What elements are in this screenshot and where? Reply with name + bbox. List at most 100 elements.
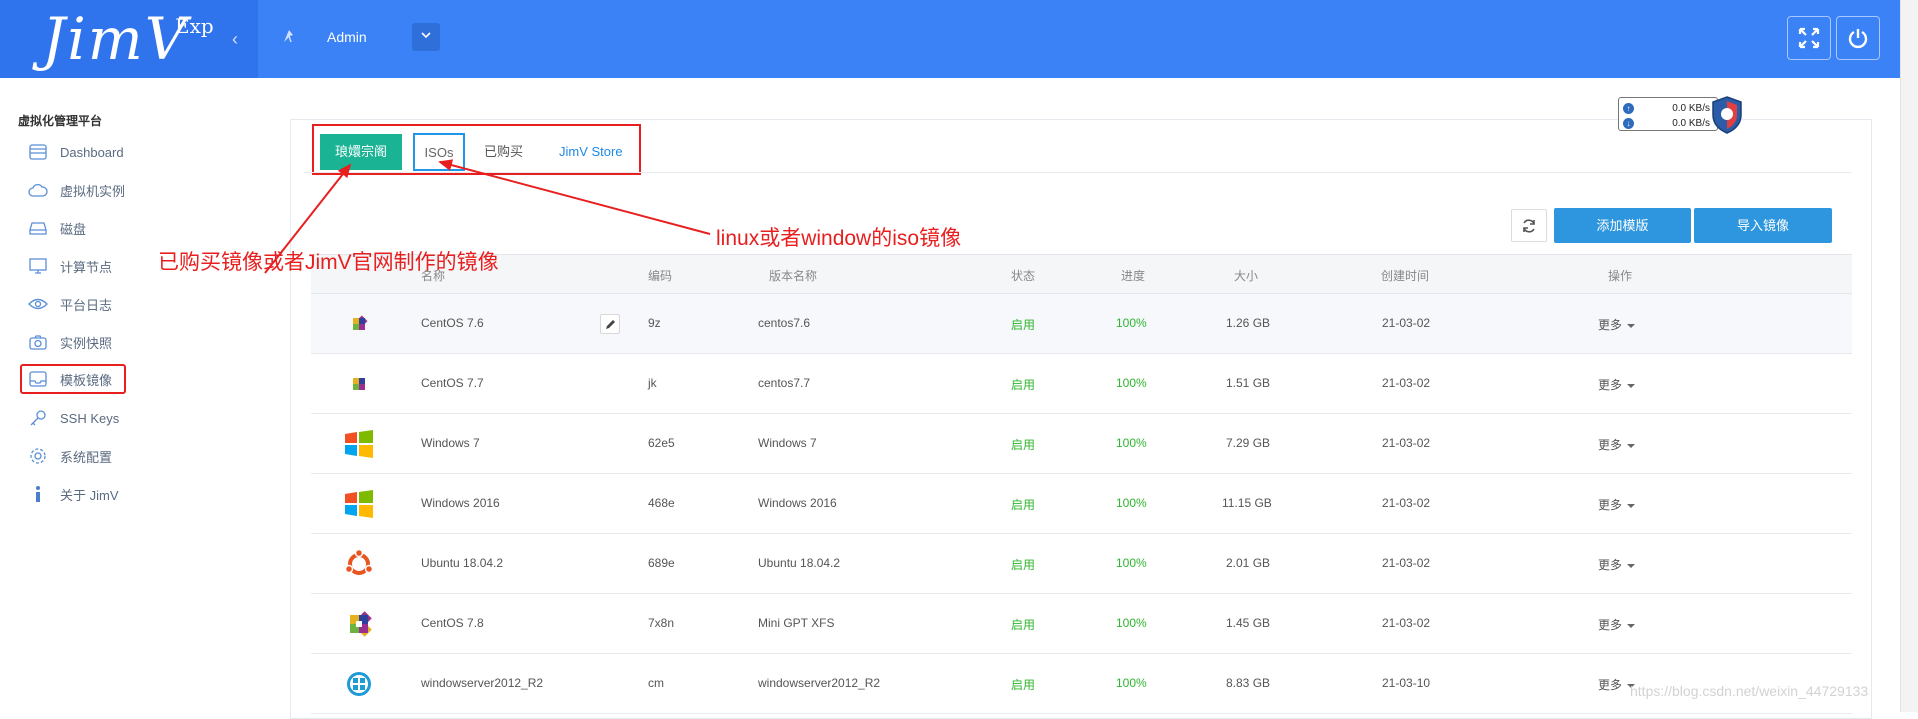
disk-icon (28, 218, 48, 238)
top-header: JimV Exp ‹ Admin (0, 0, 1900, 78)
row-name: CentOS 7.8 (421, 616, 484, 630)
row-size: 1.51 GB (1226, 376, 1271, 390)
row-version: centos7.6 (758, 316, 811, 330)
scrollbar[interactable] (1900, 0, 1918, 712)
table-row[interactable]: CentOS 7.7 jk centos7.7 启用 100% 1.51 GB … (311, 354, 1852, 414)
ubuntu-icon (344, 549, 374, 579)
more-dropdown[interactable]: 更多 (1598, 496, 1636, 513)
centos-icon (344, 369, 374, 399)
watermark: https://blog.csdn.net/weixin_44729133 (1630, 683, 1869, 699)
chevron-down-icon (421, 32, 431, 39)
collapse-sidebar-icon[interactable]: ‹ (232, 29, 238, 50)
table-row[interactable]: CentOS 7.6 9z centos7.6 启用 100% 1.26 GB … (311, 294, 1852, 354)
logout-button[interactable] (1836, 16, 1880, 60)
sidebar-item-logs[interactable]: 平台日志 (20, 289, 230, 319)
row-size: 7.29 GB (1226, 436, 1271, 450)
caret-down-icon (1627, 503, 1636, 508)
fullscreen-button[interactable] (1787, 16, 1831, 60)
sidebar-item-about[interactable]: 关于 JimV (20, 479, 230, 509)
row-progress: 100% (1116, 676, 1147, 690)
annotation-isos: linux或者window的iso镜像 (716, 227, 962, 250)
windows-icon (344, 429, 374, 459)
table-row[interactable]: Ubuntu 18.04.2 689e Ubuntu 18.04.2 启用 10… (311, 534, 1852, 594)
refresh-button[interactable] (1511, 209, 1547, 242)
tab-langhuan[interactable]: 琅嬛宗阁 (320, 134, 402, 170)
caret-down-icon (1627, 623, 1636, 628)
row-progress: 100% (1116, 376, 1147, 390)
logo[interactable]: JimV (42, 4, 189, 74)
row-progress: 100% (1116, 616, 1147, 630)
row-name: windowserver2012_R2 (421, 676, 544, 690)
cloud-icon (28, 180, 48, 200)
row-status: 启用 (1011, 678, 1036, 692)
col-created: 创建时间 (1381, 269, 1430, 283)
row-size: 11.15 GB (1222, 496, 1272, 510)
table-row[interactable]: Windows 7 62e5 Windows 7 启用 100% 7.29 GB… (311, 414, 1852, 474)
row-code: 9z (648, 316, 661, 330)
user-avatar-icon (284, 30, 293, 43)
sidebar-item-label: SSH Keys (60, 410, 120, 426)
edit-button[interactable] (600, 314, 620, 334)
row-version: windowserver2012_R2 (758, 676, 881, 690)
more-dropdown[interactable]: 更多 (1598, 436, 1636, 453)
sidebar-item-label: Dashboard (60, 144, 124, 160)
col-progress: 进度 (1121, 269, 1146, 283)
centos-icon (344, 609, 374, 639)
sidebar-item-label: 关于 JimV (60, 487, 119, 503)
sidebar-item-snapshots[interactable]: 实例快照 (20, 327, 230, 357)
tab-purchased[interactable]: 已购买 (470, 134, 537, 170)
row-created: 21-03-02 (1382, 556, 1431, 570)
sidebar-item-dashboard[interactable]: Dashboard (20, 137, 230, 167)
row-size: 1.45 GB (1226, 616, 1271, 630)
windows-server-icon (344, 669, 374, 699)
sidebar-item-ssh-keys[interactable]: SSH Keys (20, 403, 230, 433)
more-dropdown[interactable]: 更多 (1598, 376, 1636, 393)
row-created: 21-03-10 (1382, 676, 1431, 690)
row-created: 21-03-02 (1382, 316, 1431, 330)
row-code: 689e (648, 556, 675, 570)
tab-jimv-store[interactable]: JimV Store (545, 134, 637, 170)
more-dropdown[interactable]: 更多 (1598, 556, 1636, 573)
row-code: jk (648, 376, 657, 390)
sidebar: 虚拟化管理平台 (0, 78, 258, 712)
sidebar-item-disks[interactable]: 磁盘 (20, 213, 230, 243)
fullscreen-icon (1798, 27, 1820, 49)
refresh-icon (1523, 218, 1535, 233)
add-template-button[interactable]: 添加模版 (1554, 208, 1691, 243)
row-created: 21-03-02 (1382, 616, 1431, 630)
col-actions: 操作 (1608, 269, 1633, 283)
row-size: 2.01 GB (1226, 556, 1271, 570)
tab-isos[interactable]: ISOs (413, 133, 465, 171)
download-speed: 0.0 KB/s (1672, 117, 1710, 129)
caret-down-icon (1627, 383, 1636, 388)
more-dropdown[interactable]: 更多 (1598, 316, 1636, 333)
col-code: 编码 (648, 269, 673, 283)
sidebar-item-label: 平台日志 (60, 297, 113, 313)
pencil-icon (605, 319, 615, 329)
row-code: 7x8n (648, 616, 675, 630)
sidebar-item-settings[interactable]: 系统配置 (20, 441, 230, 471)
row-status: 启用 (1011, 558, 1036, 572)
row-version: Windows 7 (758, 436, 817, 450)
sidebar-item-instances[interactable]: 虚拟机实例 (20, 175, 230, 205)
network-speed-widget: ↑ 0.0 KB/s ↓ 0.0 KB/s (1618, 95, 1742, 134)
caret-down-icon (1627, 563, 1636, 568)
upload-speed: 0.0 KB/s (1672, 102, 1710, 114)
sidebar-item-label: 实例快照 (60, 335, 113, 351)
sidebar-item-label: 磁盘 (60, 221, 87, 237)
user-name[interactable]: Admin (327, 29, 367, 45)
key-icon (28, 408, 48, 428)
shield-icon (1712, 96, 1742, 134)
row-status: 启用 (1011, 498, 1036, 512)
import-image-button[interactable]: 导入镜像 (1694, 208, 1832, 243)
user-dropdown-button[interactable] (412, 23, 440, 51)
col-status: 状态 (1011, 269, 1036, 283)
table-row[interactable]: CentOS 7.8 7x8n Mini GPT XFS 启用 100% 1.4… (311, 594, 1852, 654)
table-row[interactable]: Windows 2016 468e Windows 2016 启用 100% 1… (311, 474, 1852, 534)
table-row[interactable]: windowserver2012_R2 cm windowserver2012_… (311, 654, 1852, 714)
more-dropdown[interactable]: 更多 (1598, 616, 1636, 633)
sidebar-item-templates[interactable]: 模板镜像 (20, 364, 126, 394)
row-status: 启用 (1011, 438, 1036, 452)
sidebar-item-label: 虚拟机实例 (60, 183, 126, 199)
caret-down-icon (1627, 323, 1636, 328)
